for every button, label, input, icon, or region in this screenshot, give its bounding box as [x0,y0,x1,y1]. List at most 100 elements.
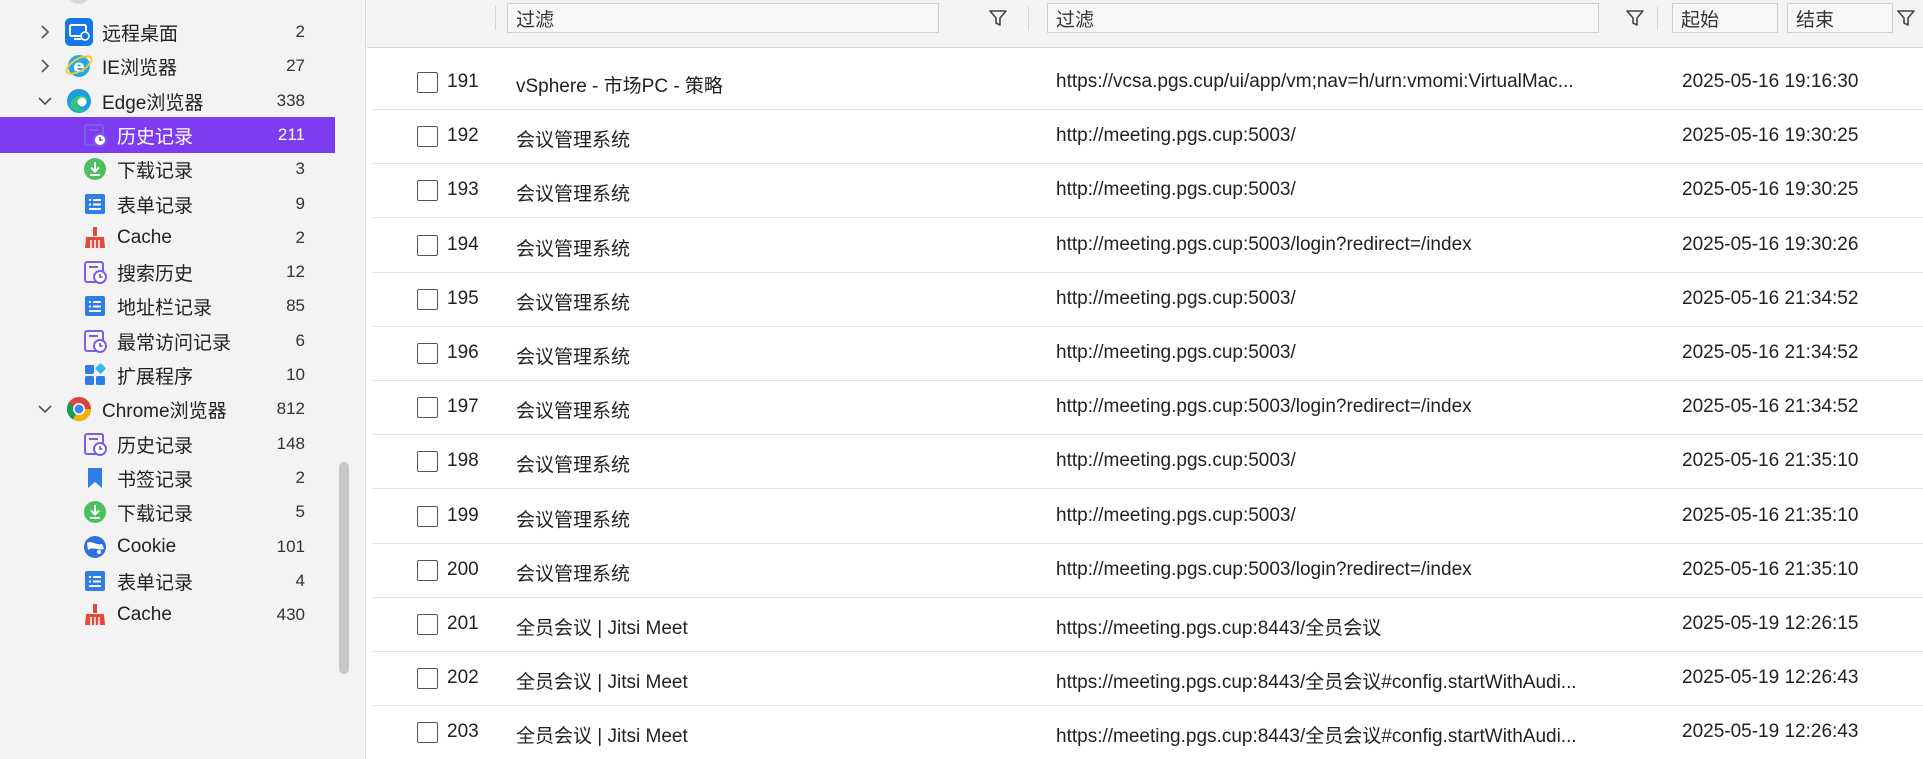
sidebar-item-label: 表单记录 [117,572,194,594]
column-separator[interactable] [1028,6,1029,30]
frequent-visits-icon [80,326,110,356]
row-visit-time: 2025-05-19 12:26:43 [1682,667,1859,688]
row-visit-time: 2025-05-19 12:26:43 [1682,721,1859,742]
sidebar-item-count: 2 [295,228,305,247]
row-checkbox[interactable] [417,180,438,201]
address-bar-icon [80,291,110,321]
download-icon [80,154,110,184]
title-filter-icon[interactable] [986,6,1010,30]
table-row[interactable]: 193 会议管理系统 http://meeting.pgs.cup:5003/202… [373,164,1923,218]
sidebar-item[interactable]: 下载记录 5 [0,494,335,530]
column-separator[interactable] [495,6,496,30]
row-checkbox[interactable] [417,506,438,527]
sidebar-item[interactable]: Cache 430 [0,597,335,633]
row-url: https://vcsa.pgs.cup/ui/app/vm;nav=h/urn… [1056,71,1574,92]
url-filter-input[interactable]: 过滤 [1047,3,1599,33]
sidebar-item[interactable]: Chrome浏览器 812 [0,391,335,427]
sidebar-item[interactable]: 扩展程序 10 [0,357,335,393]
search-history-icon [80,257,110,287]
row-checkbox[interactable] [417,614,438,635]
chevron-right-icon[interactable] [36,57,54,75]
url-filter-icon[interactable] [1623,6,1647,30]
table-row[interactable]: 199 会议管理系统 http://meeting.pgs.cup:5003/202… [373,490,1923,544]
time-filter-icon[interactable] [1894,6,1918,30]
table-row[interactable]: 192 会议管理系统 http://meeting.pgs.cup:5003/202… [373,110,1923,164]
sidebar-item[interactable]: 搜索历史 12 [0,254,335,290]
table-row[interactable]: 198 会议管理系统 http://meeting.pgs.cup:5003/202… [373,435,1923,489]
sidebar-item[interactable]: 历史记录 211 [0,117,335,153]
row-visit-time: 2025-05-16 21:34:52 [1682,288,1859,309]
chevron-down-icon[interactable] [36,92,54,110]
sidebar-item[interactable]: Cookie 101 [0,529,335,565]
table-row[interactable]: 203 全员会议 | Jitsi Meet https://meeting.pgs.… [373,706,1923,759]
row-visit-time: 2025-05-16 19:30:25 [1682,125,1859,146]
table-row[interactable]: 197 会议管理系统 http://meeting.pgs.cup:5003/log… [373,381,1923,435]
sidebar-item[interactable]: 远程桌面 2 [0,14,335,50]
row-visit-time: 2025-05-16 19:16:30 [1682,71,1859,92]
chevron-right-icon[interactable] [36,23,54,41]
sidebar-item-count: 2 [295,22,305,41]
edge-browser-icon [64,86,94,116]
sidebar-scrollbar[interactable] [339,462,349,674]
row-url: http://meeting.pgs.cup:5003/login?redire… [1056,559,1472,580]
sidebar-item[interactable]: Edge浏览器 338 [0,83,335,119]
sidebar-item[interactable]: Cache 2 [0,220,335,256]
row-url: http://meeting.pgs.cup:5003/ [1056,179,1296,200]
column-separator[interactable] [1657,6,1658,30]
row-checkbox[interactable] [417,668,438,689]
row-checkbox[interactable] [417,397,438,418]
row-checkbox[interactable] [417,126,438,147]
start-time-filter-input[interactable]: 起始 [1672,3,1778,33]
row-number: 201 [447,613,479,634]
row-checkbox[interactable] [417,72,438,93]
row-number: 198 [447,450,479,471]
row-url: http://meeting.pgs.cup:5003/ [1056,505,1296,526]
table-row[interactable]: 201 全员会议 | Jitsi Meet https://meeting.pgs.… [373,598,1923,652]
table-row[interactable]: 194 会议管理系统 http://meeting.pgs.cup:5003/log… [373,219,1923,273]
table-row[interactable]: 196 会议管理系统 http://meeting.pgs.cup:5003/202… [373,327,1923,381]
row-checkbox[interactable] [417,343,438,364]
sidebar-item[interactable]: e IE浏览器 27 [0,48,335,84]
cookie-icon [80,532,110,562]
sidebar-item[interactable]: 书签记录 2 [0,460,335,496]
row-visit-time: 2025-05-16 21:35:10 [1682,505,1859,526]
row-checkbox[interactable] [417,722,438,743]
ie-browser-icon: e [64,51,94,81]
row-url: https://meeting.pgs.cup:8443/全员会议 [1056,618,1382,639]
sidebar-item-count: 85 [286,296,305,315]
sidebar-item-label: 表单记录 [117,195,194,217]
table-row[interactable]: 202 全员会议 | Jitsi Meet https://meeting.pgs.… [373,652,1923,706]
row-title: 会议管理系统 [516,293,631,314]
sidebar-item[interactable]: 下载记录 3 [0,151,335,187]
cache-broom-icon [80,223,110,253]
sidebar-item-label: 远程桌面 [102,23,179,45]
row-title: 会议管理系统 [516,401,631,422]
row-checkbox[interactable] [417,289,438,310]
sidebar-item-count: 3 [295,159,305,178]
row-checkbox[interactable] [417,451,438,472]
table-row[interactable]: 200 会议管理系统 http://meeting.pgs.cup:5003/log… [373,544,1923,598]
row-checkbox[interactable] [417,560,438,581]
form-icon [80,566,110,596]
sidebar-item-label: 历史记录 [117,435,194,457]
sidebar-item-count: 148 [276,434,305,453]
sidebar-item-label: 最常访问记录 [117,332,232,354]
table-row[interactable]: 195 会议管理系统 http://meeting.pgs.cup:5003/202… [373,273,1923,327]
sidebar-item[interactable]: 历史记录 148 [0,426,335,462]
sidebar-item[interactable]: 地址栏记录 85 [0,288,335,324]
chevron-down-icon[interactable] [36,400,54,418]
row-title: 会议管理系统 [516,130,631,151]
table-row[interactable]: 191 vSphere - 市场PC - 策略 https://vcsa.pgs.c… [373,56,1923,110]
row-url: http://meeting.pgs.cup:5003/login?redire… [1056,234,1472,255]
sidebar-item-label: 历史记录 [117,126,194,148]
sidebar-item-count: 27 [286,56,305,75]
end-time-filter-input[interactable]: 结束 [1787,3,1893,33]
row-checkbox[interactable] [417,235,438,256]
title-filter-input[interactable]: 过滤 [507,3,939,33]
sidebar-item[interactable]: 最常访问记录 6 [0,323,335,359]
sidebar-item-label: IE浏览器 [102,57,177,79]
sidebar-item[interactable]: 表单记录 4 [0,563,335,599]
sidebar-item-label: Cache [117,227,172,248]
row-url: https://meeting.pgs.cup:8443/全员会议#config… [1056,726,1577,747]
sidebar-item[interactable]: 表单记录 9 [0,186,335,222]
